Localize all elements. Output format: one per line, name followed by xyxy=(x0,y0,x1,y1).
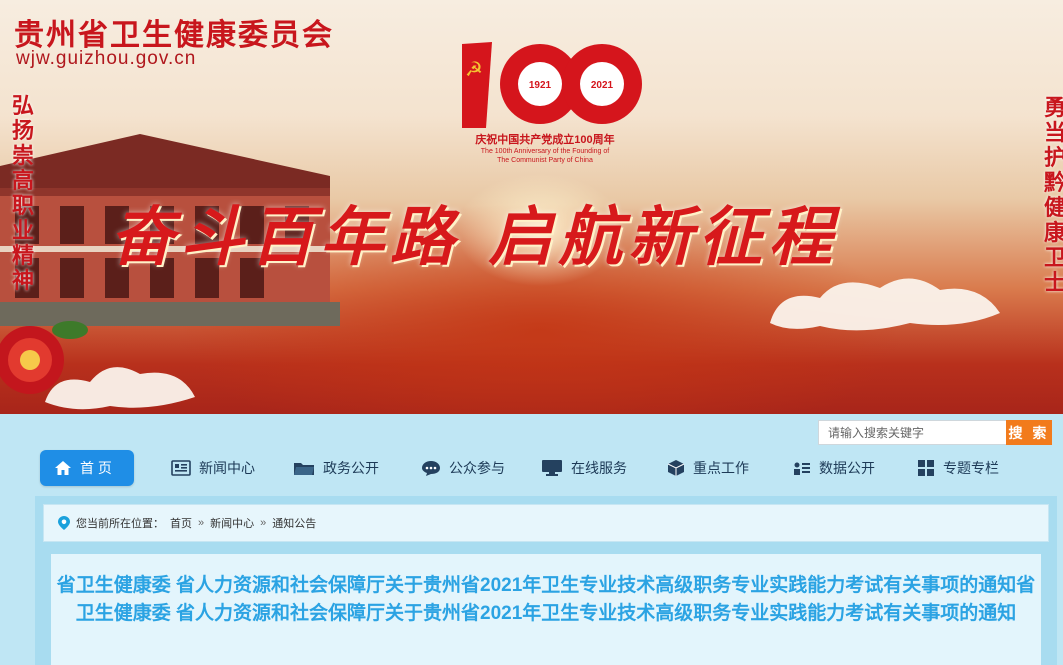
nav-item-label: 公众参与 xyxy=(449,460,505,476)
slogan-left-vertical: 弘扬崇高职业精神 xyxy=(11,93,34,294)
main-content: 您当前所在位置： 首页 » 新闻中心 » 通知公告 省卫生健康委 省人力资源和社… xyxy=(35,496,1057,665)
nav-item-label: 重点工作 xyxy=(693,460,749,476)
cloud-decoration-right xyxy=(770,278,1000,331)
home-icon xyxy=(55,461,71,475)
data-list-icon xyxy=(794,462,810,475)
search-button[interactable]: 搜 索 xyxy=(1006,420,1052,445)
monitor-icon xyxy=(542,460,562,476)
nav-item-home[interactable]: 首 页 xyxy=(40,450,134,486)
search-bar: 搜 索 xyxy=(0,414,1063,450)
nav-item-government-affairs[interactable]: 政务公开 xyxy=(293,450,379,486)
nav-item-label: 数据公开 xyxy=(819,460,875,476)
emblem-caption-en-1: The 100th Anniversary of the Founding of xyxy=(480,148,610,155)
nav-item-label: 政务公开 xyxy=(323,460,379,476)
nav-item-special-topics[interactable]: 专题专栏 xyxy=(917,450,999,486)
site-domain: wjw.guizhou.gov.cn xyxy=(16,48,197,69)
nav-item-key-work[interactable]: 重点工作 xyxy=(667,450,749,486)
location-pin-icon xyxy=(58,516,70,530)
breadcrumb-prefix: 您当前所在位置： xyxy=(76,518,164,530)
nav-item-data-open[interactable]: 数据公开 xyxy=(793,450,875,486)
svg-text:☭: ☭ xyxy=(465,57,483,81)
chat-icon xyxy=(422,461,440,476)
nav-item-label: 新闻中心 xyxy=(199,460,255,476)
nav-item-public-participation[interactable]: 公众参与 xyxy=(421,450,505,486)
breadcrumb-item-notices[interactable]: 通知公告 xyxy=(272,515,316,531)
breadcrumb-separator: » xyxy=(198,517,205,529)
emblem-caption-en-2: The Communist Party of China xyxy=(497,157,593,164)
nav-item-news[interactable]: 新闻中心 xyxy=(171,450,255,486)
folder-icon xyxy=(294,463,314,475)
nav-item-label: 专题专栏 xyxy=(943,460,999,476)
nav-item-online-service[interactable]: 在线服务 xyxy=(541,450,627,486)
article-panel: 省卫生健康委 省人力资源和社会保障厅关于贵州省2021年卫生专业技术高级职务专业… xyxy=(51,554,1041,665)
breadcrumb-item-home[interactable]: 首页 xyxy=(170,515,192,531)
search-input[interactable] xyxy=(818,420,1008,445)
nav-item-label: 首 页 xyxy=(80,460,112,476)
main-slogan: 奋斗百年路 启航新征程 xyxy=(110,200,839,275)
news-icon xyxy=(171,460,191,476)
breadcrumb-item-news-center[interactable]: 新闻中心 xyxy=(210,515,254,531)
slogan-right-vertical: 勇当护黔健康卫士 xyxy=(1043,95,1063,296)
breadcrumb: 您当前所在位置： 首页 » 新闻中心 » 通知公告 xyxy=(43,504,1049,542)
emblem-year-start: 1921 xyxy=(529,80,552,91)
emblem-caption-cn: 庆祝中国共产党成立100周年 xyxy=(475,134,615,146)
cube-icon xyxy=(667,460,685,476)
breadcrumb-separator: » xyxy=(260,517,267,529)
main-nav: 首 页 新闻中心 政务公开 公众参与 在线服务 重点工作 数据公开 专题专栏 xyxy=(35,450,1057,488)
header-banner: 贵州省卫生健康委员会 wjw.guizhou.gov.cn ☭ 1921 202… xyxy=(0,0,1063,414)
grid-icon xyxy=(918,460,934,476)
peony-flower-decoration xyxy=(0,321,88,394)
nav-item-label: 在线服务 xyxy=(571,460,627,476)
emblem-caption: 庆祝中国共产党成立100周年 The 100th Anniversary of … xyxy=(440,131,650,165)
emblem-year-end: 2021 xyxy=(591,80,614,91)
article-title: 省卫生健康委 省人力资源和社会保障厅关于贵州省2021年卫生专业技术高级职务专业… xyxy=(56,575,1036,624)
